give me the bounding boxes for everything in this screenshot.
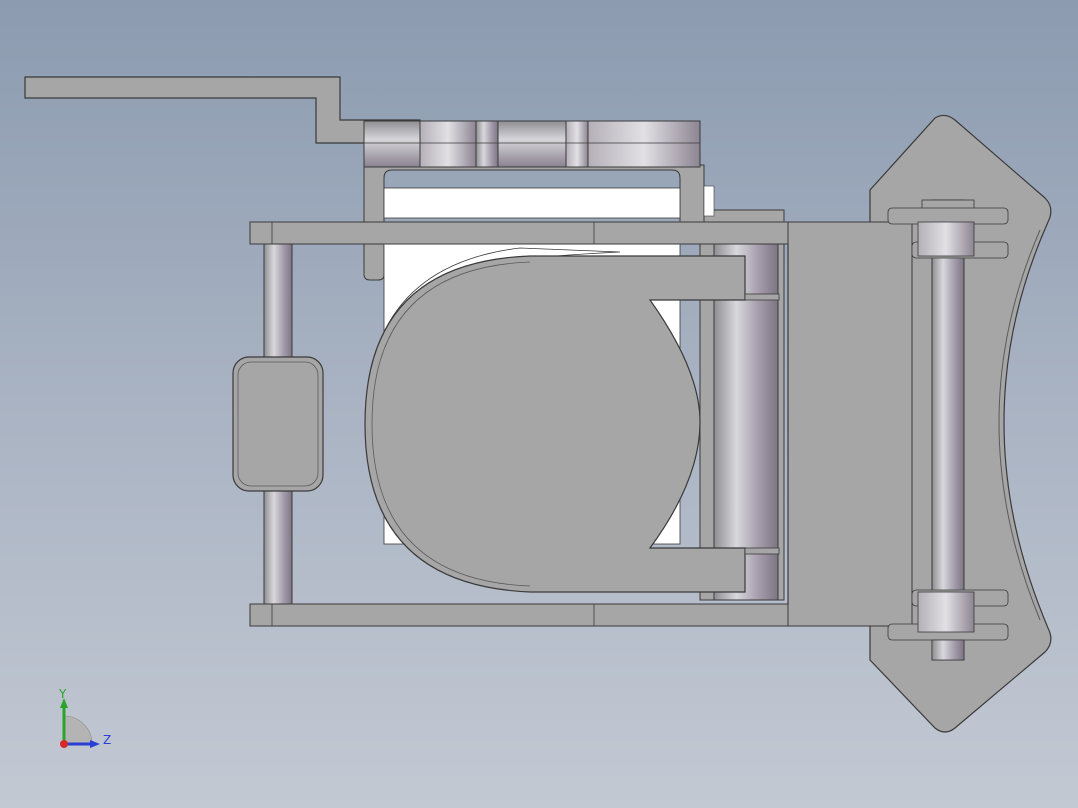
triad-y-label: Y <box>58 687 67 701</box>
lever-arm[interactable] <box>24 76 421 144</box>
triad-quadrant <box>63 715 93 745</box>
bracket-side-white <box>703 185 715 217</box>
washer-top-ring <box>917 221 975 257</box>
top-shaft-collar-1 <box>419 120 477 168</box>
top-shaft-collar-4 <box>587 120 701 168</box>
cam-slot-bottom <box>744 547 780 555</box>
cam-slot-top <box>744 293 780 301</box>
triad-x-dot <box>60 740 68 748</box>
side-plate <box>787 221 913 627</box>
top-shaft-collar-3 <box>565 120 589 168</box>
cad-model-view[interactable]: Y Z <box>0 0 1078 808</box>
left-knob[interactable] <box>232 356 324 492</box>
bracket-inner-white <box>383 187 681 219</box>
triad-z-label: Z <box>103 733 111 747</box>
right-pin-tail <box>931 639 965 661</box>
coordinate-triad: Y Z <box>58 687 111 748</box>
washer-bottom-ring <box>917 591 975 633</box>
triad-z-arrow <box>90 740 100 748</box>
top-shaft-collar-2 <box>475 120 499 168</box>
cam-body[interactable] <box>364 255 746 593</box>
cad-graphics-area[interactable]: Y Z <box>0 0 1078 808</box>
